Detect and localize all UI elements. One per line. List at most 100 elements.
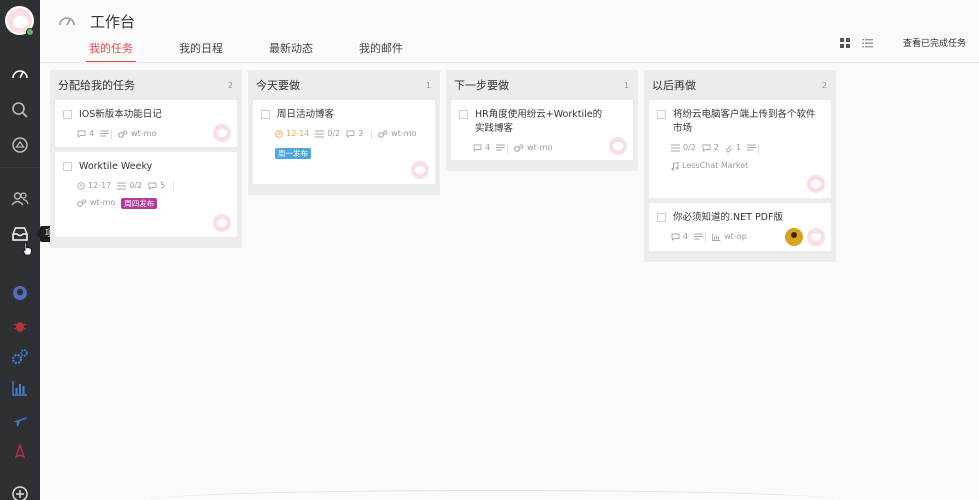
assignee-avatar[interactable] (807, 175, 825, 193)
comment-count: 4 (683, 232, 689, 241)
project-gears-icon (77, 199, 87, 207)
description-icon (747, 144, 757, 151)
header-divider (40, 62, 979, 63)
task-card[interactable]: Worktile Weeky 12-17 0/2 5 wt-mo 周四发布 (55, 152, 237, 237)
notification-icon[interactable] (8, 133, 32, 157)
grid-view-icon[interactable] (840, 38, 850, 48)
attachment-icon (726, 145, 733, 152)
column-count: 1 (623, 80, 629, 90)
project-name: LessChat Market (682, 161, 749, 170)
sidebar (0, 0, 40, 500)
speedometer-icon (59, 17, 75, 26)
column-title: 以后再做 (652, 79, 696, 92)
tab-my-mail[interactable]: 我的邮件 (356, 40, 406, 63)
project-name: wt-mo (131, 129, 157, 138)
project-gears-icon (514, 144, 524, 152)
task-tag: 周一发布 (275, 148, 311, 159)
bug-icon[interactable] (8, 314, 32, 338)
task-card[interactable]: 将纷云电脑客户端上传到各个软件市场 0/2 2 1 LessChat Marke… (649, 100, 831, 198)
clock-icon (275, 130, 283, 138)
project-name: wt-mo (527, 143, 553, 152)
comment-count: 3 (358, 129, 364, 138)
bar-chart-icon[interactable] (8, 376, 32, 400)
column-count: 2 (227, 80, 233, 90)
comment-count: 2 (713, 143, 719, 152)
assignee-avatar[interactable] (807, 228, 825, 246)
task-column: 以后再做 2 将纷云电脑客户端上传到各个软件市场 0/2 2 1 LessCha… (644, 70, 836, 262)
tab-my-tasks[interactable]: 我的任务 (86, 40, 136, 63)
task-checkbox[interactable] (657, 213, 666, 222)
project-name: wt-op (724, 232, 747, 241)
task-column: 下一步要做 1 HR角度使用纷云+Worktile的实践博客 4 wt-mo (446, 70, 638, 171)
add-icon[interactable] (8, 482, 32, 500)
view-completed-tasks-link[interactable]: 查看已完成任务 (903, 36, 966, 49)
github-icon[interactable] (8, 281, 32, 305)
view-switcher (840, 38, 873, 48)
task-title: 将纷云电脑客户端上传到各个软件市场 (673, 109, 816, 134)
description-icon (100, 130, 110, 137)
tab-bar: 我的任务 我的日程 最新动态 我的邮件 (86, 40, 446, 63)
comment-count: 4 (485, 143, 491, 152)
due-date: 12-17 (88, 181, 112, 190)
task-checkbox[interactable] (63, 162, 72, 171)
airplane-icon[interactable] (8, 408, 32, 432)
tab-my-schedule[interactable]: 我的日程 (176, 40, 226, 63)
comment-icon (77, 130, 86, 138)
task-column: 分配给我的任务 2 IOS新版本功能日记 4 wt-mo Worktile We… (50, 70, 242, 248)
task-card[interactable]: HR角度使用纷云+Worktile的实践博客 4 wt-mo (451, 100, 633, 160)
hand-cursor-icon (22, 242, 32, 256)
task-column: 今天要做 1 周日活动博客 12-14 0/2 3 wt-mo 周一发布 (248, 70, 440, 195)
due-date: 12-14 (286, 129, 310, 138)
attachment-count: 1 (735, 143, 742, 152)
task-tag: 周四发布 (121, 197, 158, 209)
comment-icon (346, 130, 355, 138)
comment-count: 4 (89, 129, 95, 138)
members-icon[interactable] (8, 187, 32, 211)
checklist-progress: 0/2 (129, 181, 143, 190)
music-note-icon (671, 161, 679, 170)
column-title: 今天要做 (256, 79, 300, 92)
task-title: 周日活动博客 (277, 109, 335, 120)
tab-latest-activity[interactable]: 最新动态 (266, 40, 316, 63)
search-icon[interactable] (8, 98, 32, 122)
member-avatar[interactable] (785, 228, 803, 246)
task-title: HR角度使用纷云+Worktile的实践博客 (475, 109, 603, 134)
clock-icon (77, 182, 85, 190)
assignee-avatar[interactable] (213, 214, 231, 232)
project-gears-icon (118, 130, 128, 138)
sidebar-divider (0, 167, 40, 168)
assignee-avatar[interactable] (213, 124, 231, 142)
task-card[interactable]: IOS新版本功能日记 4 wt-mo (55, 100, 237, 147)
bottom-edge (150, 490, 840, 500)
project-gears-icon (378, 130, 388, 138)
checklist-progress: 0/2 (683, 143, 696, 152)
task-checkbox[interactable] (63, 110, 72, 119)
project-name: wt-mo (391, 129, 417, 138)
project-name: wt-mo (90, 198, 116, 207)
task-checkbox[interactable] (261, 110, 270, 119)
comment-count: 5 (160, 181, 166, 190)
column-title: 下一步要做 (454, 79, 509, 92)
checklist-progress: 0/2 (327, 129, 341, 138)
task-title: 你必须知道的.NET PDF版 (673, 212, 783, 223)
list-view-icon[interactable] (862, 38, 873, 48)
chart-project-icon (712, 233, 721, 241)
gears-icon[interactable] (8, 345, 32, 369)
task-checkbox[interactable] (459, 110, 468, 119)
checklist-icon (671, 144, 680, 152)
task-card[interactable]: 你必须知道的.NET PDF版 4 wt-op (649, 203, 831, 251)
assignee-avatar[interactable] (609, 137, 627, 155)
comment-icon (702, 144, 711, 152)
checklist-icon (117, 182, 127, 190)
description-icon (694, 233, 704, 240)
description-icon (496, 144, 506, 151)
comment-icon (671, 233, 680, 241)
task-checkbox[interactable] (657, 110, 666, 119)
task-card[interactable]: 周日活动博客 12-14 0/2 3 wt-mo 周一发布 (253, 100, 435, 184)
dashboard-icon[interactable] (8, 62, 32, 86)
assignee-avatar[interactable] (411, 161, 429, 179)
column-count: 2 (821, 80, 827, 90)
comment-icon (473, 144, 482, 152)
pen-icon[interactable] (8, 440, 32, 464)
comment-icon (148, 182, 157, 190)
